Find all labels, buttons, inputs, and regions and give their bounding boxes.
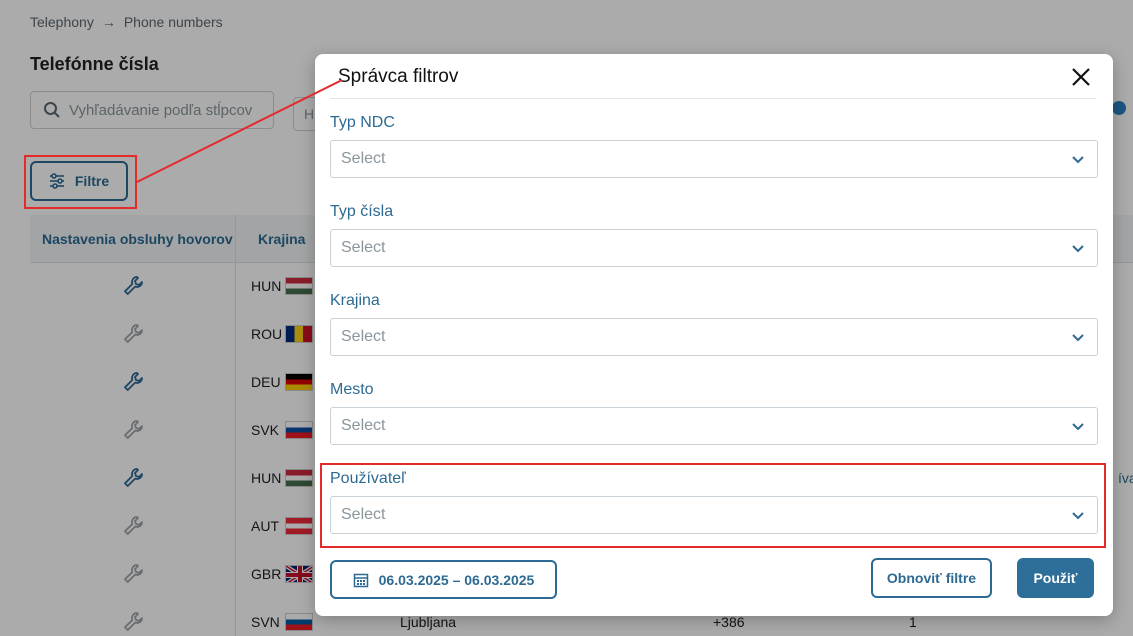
date-range-label: 06.03.2025 – 06.03.2025 (378, 571, 535, 588)
select-city[interactable]: Select (330, 407, 1098, 445)
select-placeholder: Select (341, 328, 386, 345)
close-icon (1072, 68, 1090, 86)
close-button[interactable] (1068, 64, 1094, 90)
field-label-ndc-type: Typ NDC (330, 114, 395, 131)
field-label-city: Mesto (330, 381, 374, 398)
select-placeholder: Select (341, 150, 386, 167)
annotation-highlight-filter (24, 155, 137, 209)
select-placeholder: Select (341, 239, 386, 256)
select-number-type[interactable]: Select (330, 229, 1098, 267)
date-range-button[interactable]: 06.03.2025 – 06.03.2025 (330, 560, 557, 599)
select-ndc-type[interactable]: Select (330, 140, 1098, 178)
chevron-down-icon (1072, 245, 1084, 253)
reset-filters-button[interactable]: Obnoviť filtre (871, 558, 992, 598)
field-label-number-type: Typ čísla (330, 203, 394, 220)
apply-button[interactable]: Použiť (1017, 558, 1094, 598)
calendar-icon (353, 573, 368, 587)
field-label-country: Krajina (330, 292, 380, 309)
chevron-down-icon (1072, 423, 1084, 431)
select-placeholder: Select (341, 417, 386, 434)
dialog-divider (330, 98, 1096, 99)
chevron-down-icon (1072, 334, 1084, 342)
dialog-title: Správca filtrov (338, 66, 459, 87)
annotation-highlight-user (320, 463, 1106, 548)
chevron-down-icon (1072, 156, 1084, 164)
select-country[interactable]: Select (330, 318, 1098, 356)
